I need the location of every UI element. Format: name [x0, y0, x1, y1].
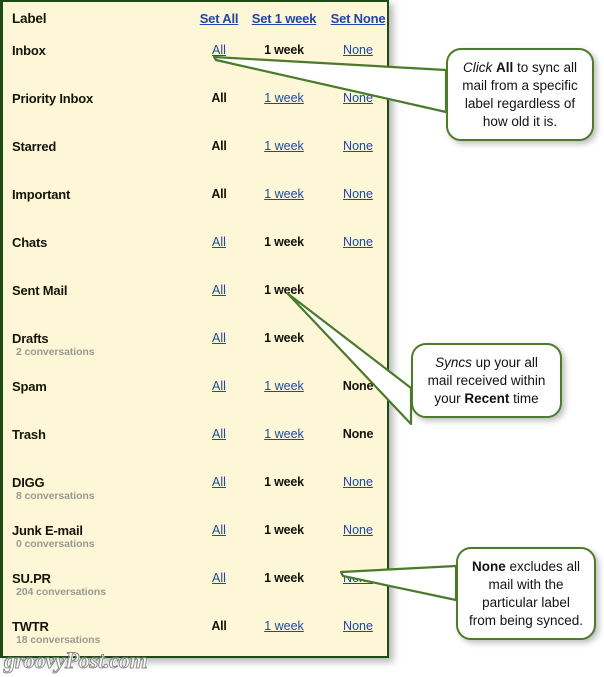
callout-week-option: Syncs up your all mail received within y… — [411, 343, 562, 418]
option-all-selected: All — [211, 187, 227, 201]
row-conversation-count: 204 conversations — [16, 586, 106, 598]
option-all-link[interactable]: All — [212, 475, 226, 489]
option-none-selected: None — [342, 427, 374, 441]
callout-none-bold: None — [471, 559, 506, 574]
option-1-week-selected: 1 week — [264, 523, 304, 537]
option-all-link[interactable]: All — [212, 235, 226, 249]
callout-all-italic: Click — [462, 60, 493, 75]
row-conversation-count: 8 conversations — [16, 490, 95, 502]
callout-all-text: Click All to sync all mail from a specif… — [462, 60, 578, 129]
label-sync-table: Label Set All Set 1 week Set None Inbox A… — [3, 2, 387, 656]
option-all-selected: All — [211, 619, 227, 633]
row-conversation-count: 18 conversations — [16, 634, 101, 646]
option-all-link[interactable]: All — [212, 427, 226, 441]
set-all-link[interactable]: Set All — [200, 11, 239, 26]
option-none-link[interactable]: None — [343, 139, 373, 153]
option-all-link[interactable]: All — [212, 331, 226, 345]
label-sync-settings-panel: Label Set All Set 1 week Set None Inbox A… — [0, 0, 389, 658]
option-none-link[interactable]: None — [343, 91, 373, 105]
row-label: SU.PR — [12, 571, 51, 586]
option-1-week-link[interactable]: 1 week — [264, 139, 304, 153]
option-none-link[interactable]: None — [343, 187, 373, 201]
option-1-week-link[interactable]: 1 week — [264, 379, 304, 393]
row-conversation-count: 0 conversations — [16, 538, 95, 550]
option-all-selected: All — [211, 139, 227, 153]
row-label: Starred — [12, 139, 57, 154]
row-label: Important — [12, 187, 71, 202]
set-none-link[interactable]: Set None — [331, 11, 386, 26]
row-label: DIGG — [12, 475, 45, 490]
option-all-link[interactable]: All — [212, 523, 226, 537]
row-label: Trash — [12, 427, 46, 442]
option-1-week-selected: 1 week — [264, 43, 304, 57]
option-1-week-link[interactable]: 1 week — [264, 427, 304, 441]
callout-week-rest: time — [509, 390, 539, 406]
callout-all-option: Click All to sync all mail from a specif… — [446, 48, 594, 141]
option-1-week-selected: 1 week — [264, 475, 304, 489]
row-label: Chats — [12, 235, 48, 250]
row-label: Drafts — [12, 331, 49, 346]
callout-all-bold: All — [495, 60, 514, 75]
row-label: Sent Mail — [12, 283, 68, 298]
option-1-week-link[interactable]: 1 week — [264, 91, 304, 105]
option-none-link[interactable]: None — [343, 571, 373, 585]
option-1-week-link[interactable]: 1 week — [264, 619, 304, 633]
option-1-week-selected: 1 week — [264, 571, 304, 585]
option-none-selected: None — [342, 379, 374, 393]
option-none-link[interactable]: None — [343, 619, 373, 633]
option-all-link[interactable]: All — [212, 43, 226, 57]
option-none-link[interactable]: None — [343, 523, 373, 537]
callout-week-text: Syncs up your all mail received within y… — [428, 355, 546, 406]
option-none-link[interactable]: None — [343, 235, 373, 249]
callout-none-text: None excludes all mail with the particul… — [469, 559, 583, 628]
row-label: Junk E-mail — [12, 523, 83, 538]
option-all-link[interactable]: All — [212, 283, 226, 297]
row-label: Priority Inbox — [12, 91, 93, 106]
option-1-week-selected: 1 week — [264, 283, 304, 297]
option-1-week-selected: 1 week — [264, 235, 304, 249]
watermark: groovyPost.com — [3, 648, 148, 674]
option-none-link[interactable]: None — [343, 43, 373, 57]
row-label: Inbox — [12, 43, 46, 58]
callout-week-bold: Recent — [464, 390, 510, 406]
callout-none-option: None excludes all mail with the particul… — [456, 547, 596, 640]
option-none-link[interactable]: None — [343, 475, 373, 489]
row-conversation-count: 2 conversations — [16, 346, 95, 358]
set-1-week-link[interactable]: Set 1 week — [252, 11, 317, 26]
row-label: TWTR — [12, 619, 49, 634]
option-1-week-link[interactable]: 1 week — [264, 187, 304, 201]
option-all-link[interactable]: All — [212, 571, 226, 585]
option-1-week-selected: 1 week — [264, 331, 304, 345]
column-header-label: Label — [12, 11, 47, 26]
option-all-selected: All — [211, 91, 227, 105]
option-all-link[interactable]: All — [212, 379, 226, 393]
callout-week-italic: Syncs — [435, 355, 472, 370]
row-label: Spam — [12, 379, 47, 394]
